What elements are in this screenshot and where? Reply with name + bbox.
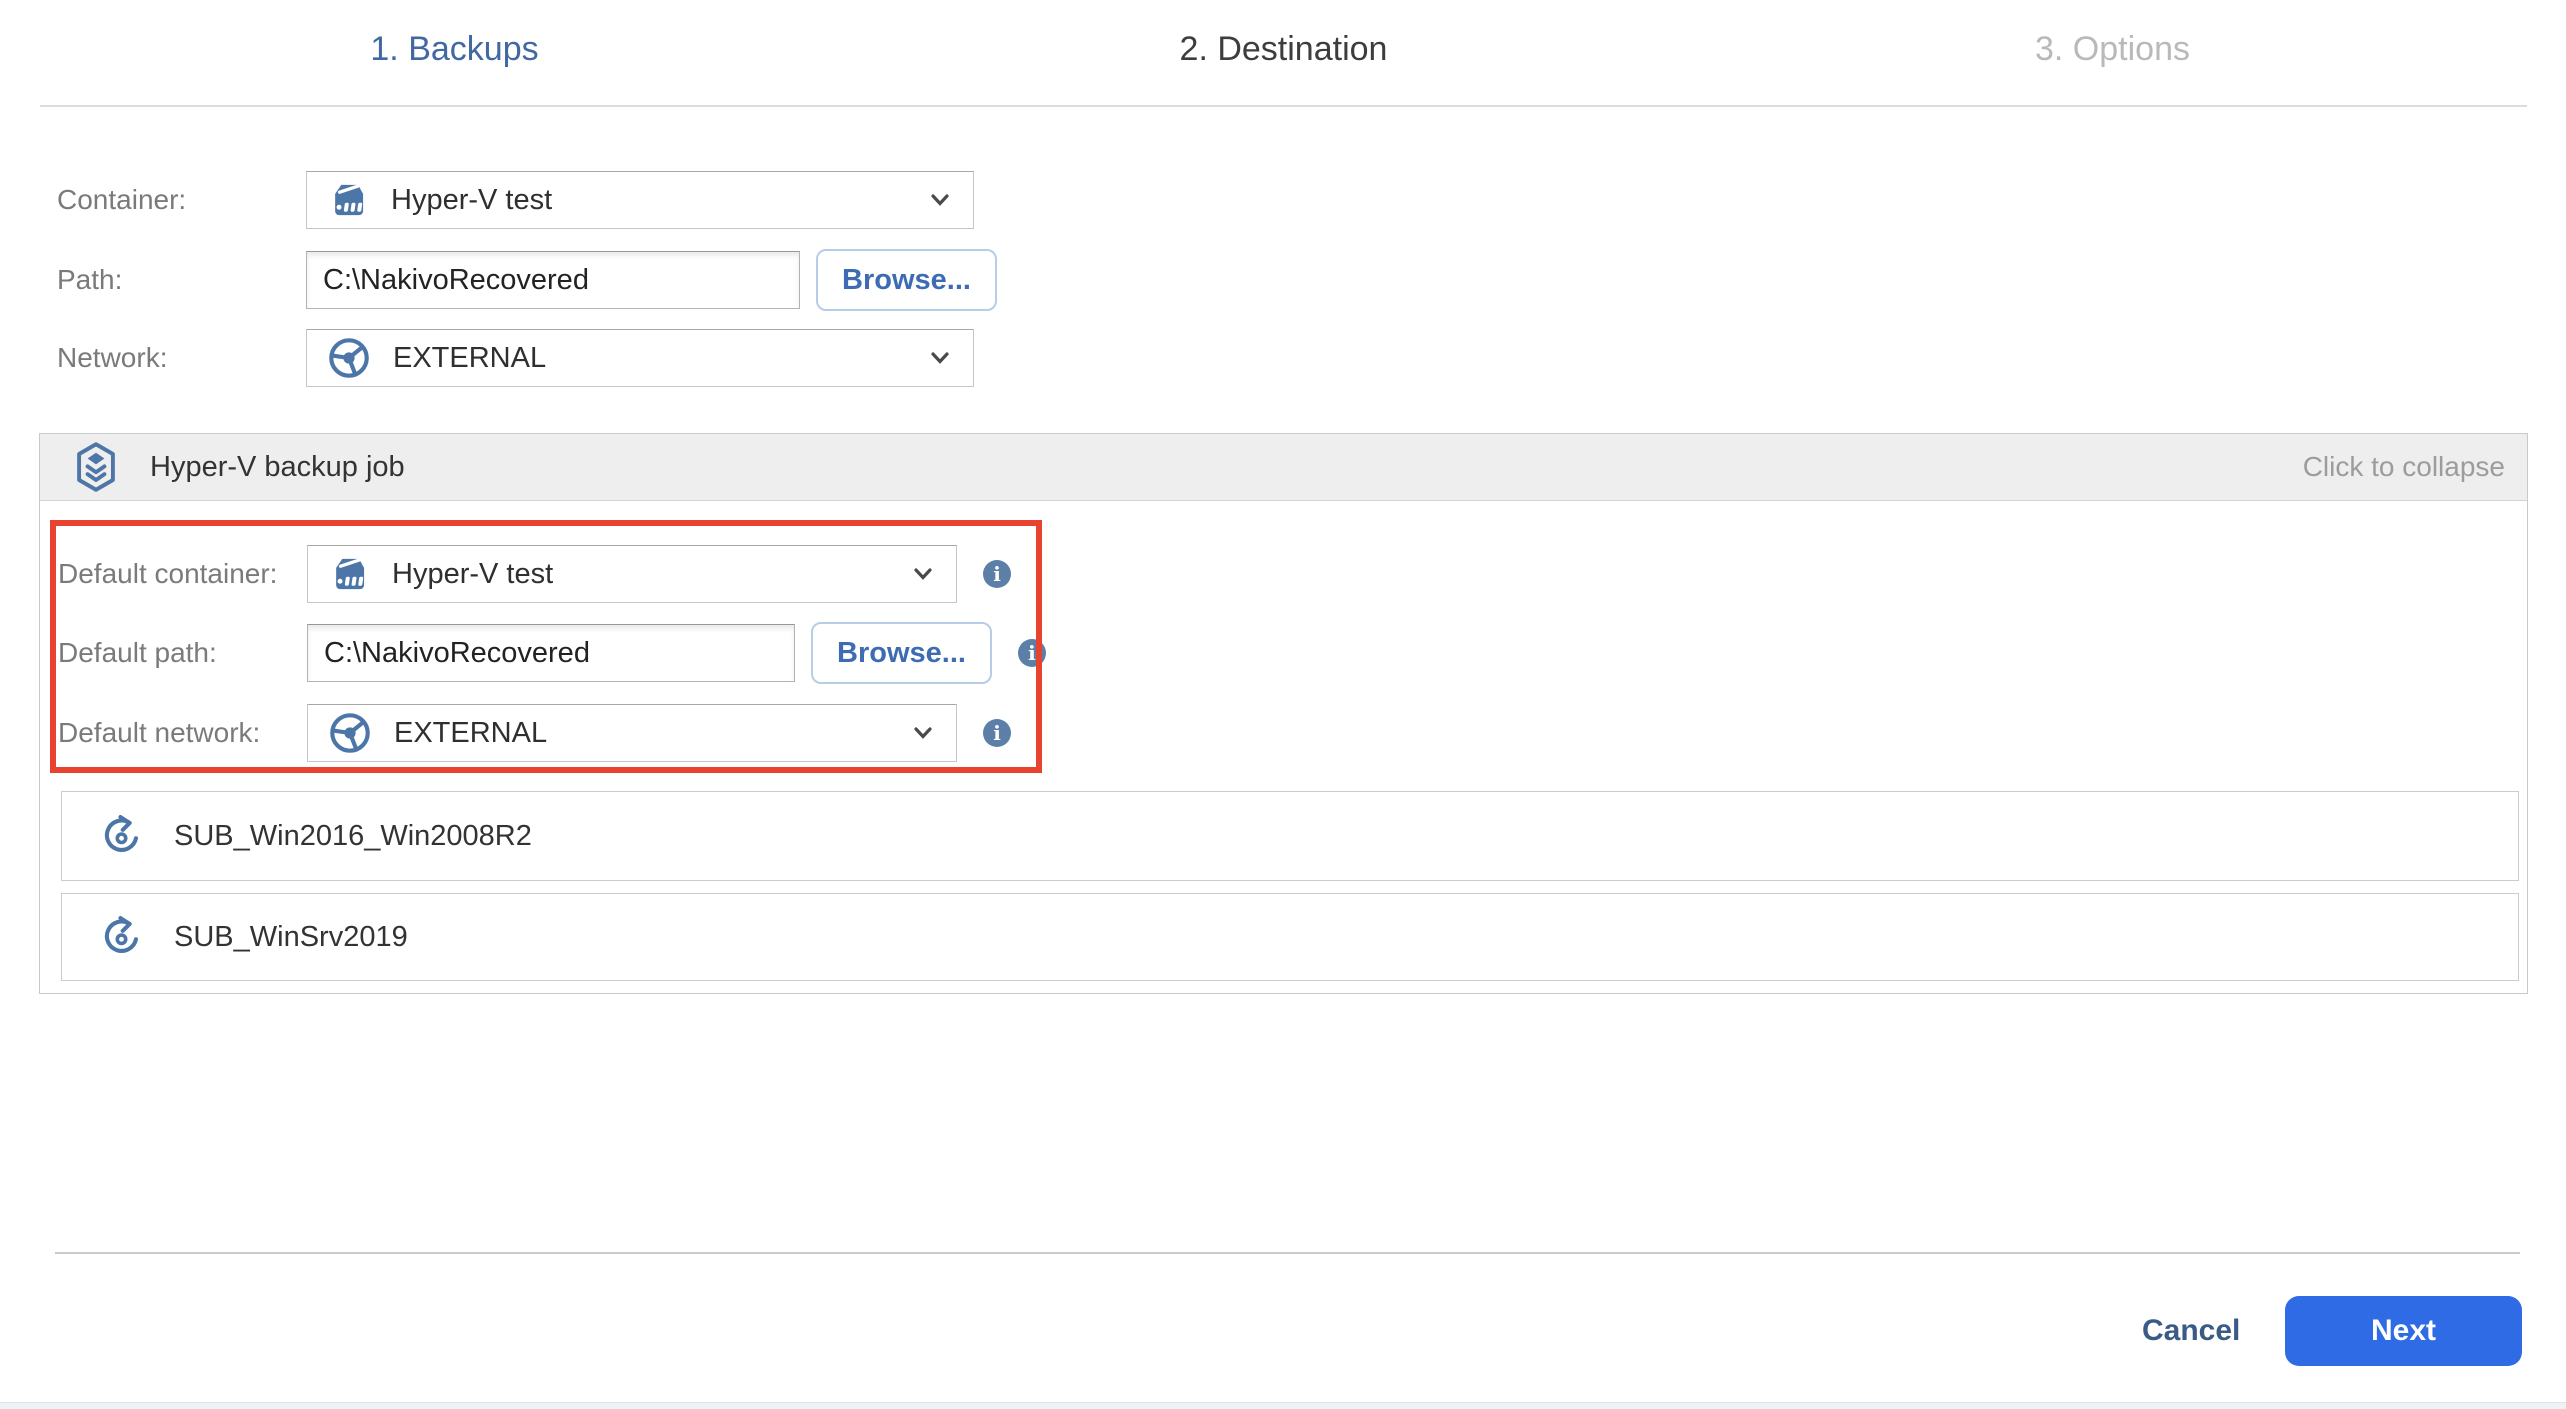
next-button[interactable]: Next <box>2285 1296 2522 1366</box>
vm-row[interactable]: SUB_WinSrv2019 <box>61 893 2519 981</box>
default-network-row: Default network: EXTERNAL i <box>58 703 1011 763</box>
default-container-dropdown[interactable]: Hyper-V test <box>307 545 957 603</box>
default-container-label: Default container: <box>58 558 278 589</box>
wizard-steps: 1. Backups 2. Destination 3. Options <box>40 0 2527 107</box>
default-container-value: Hyper-V test <box>392 557 554 590</box>
network-dropdown[interactable]: EXTERNAL <box>306 329 974 387</box>
chevron-down-icon <box>914 727 932 739</box>
vm-name: SUB_WinSrv2019 <box>174 920 408 953</box>
default-network-value: EXTERNAL <box>394 716 548 749</box>
default-browse-button[interactable]: Browse... <box>811 622 992 684</box>
step-backups[interactable]: 1. Backups <box>40 0 869 105</box>
backup-job-panel-header[interactable]: Hyper-V backup job Click to collapse <box>40 434 2527 501</box>
path-input[interactable] <box>306 251 800 309</box>
container-row: Container: Hyper-V test <box>57 170 974 230</box>
chevron-down-icon <box>931 194 949 206</box>
backup-job-title: Hyper-V backup job <box>150 450 405 483</box>
info-icon[interactable]: i <box>1017 639 1046 667</box>
vm-backup-icon <box>98 914 144 960</box>
chevron-down-icon <box>914 568 932 580</box>
vm-backup-icon <box>98 813 144 859</box>
path-row: Path: Browse... <box>57 249 997 311</box>
network-value: EXTERNAL <box>393 341 547 374</box>
info-icon[interactable]: i <box>983 560 1011 588</box>
collapse-hint: Click to collapse <box>2302 451 2505 482</box>
network-label: Network: <box>57 342 168 373</box>
backup-job-icon <box>72 441 120 493</box>
vm-row[interactable]: SUB_Win2016_Win2008R2 <box>61 791 2519 881</box>
destination-wizard-page: 1. Backups 2. Destination 3. Options Con… <box>0 0 2566 1409</box>
vm-name: SUB_Win2016_Win2008R2 <box>174 819 532 852</box>
cancel-button[interactable]: Cancel <box>2142 1314 2240 1348</box>
footer-divider <box>55 1252 2520 1254</box>
backup-job-panel: Hyper-V backup job Click to collapse Def… <box>39 433 2528 994</box>
default-container-row: Default container: Hyper-V test i <box>58 544 1011 604</box>
window-bottom-edge <box>0 1402 2566 1409</box>
default-path-row: Default path: Browse... i <box>58 622 1046 684</box>
browse-button[interactable]: Browse... <box>816 249 997 311</box>
path-label: Path: <box>57 264 123 295</box>
default-path-input[interactable] <box>307 624 795 682</box>
hyperv-host-icon <box>328 555 370 593</box>
network-icon <box>328 711 372 755</box>
container-dropdown[interactable]: Hyper-V test <box>306 171 974 229</box>
container-value: Hyper-V test <box>391 183 553 216</box>
network-row: Network: EXTERNAL <box>57 328 974 388</box>
info-icon[interactable]: i <box>983 719 1011 747</box>
chevron-down-icon <box>931 352 949 364</box>
network-icon <box>327 336 371 380</box>
default-network-dropdown[interactable]: EXTERNAL <box>307 704 957 762</box>
step-destination[interactable]: 2. Destination <box>869 0 1698 105</box>
default-network-label: Default network: <box>58 717 261 748</box>
backup-job-panel-body: Default container: Hyper-V test i Defaul… <box>40 501 2527 993</box>
hyperv-host-icon <box>327 181 369 219</box>
step-options[interactable]: 3. Options <box>1698 0 2527 105</box>
default-path-label: Default path: <box>58 637 217 668</box>
container-label: Container: <box>57 184 187 215</box>
